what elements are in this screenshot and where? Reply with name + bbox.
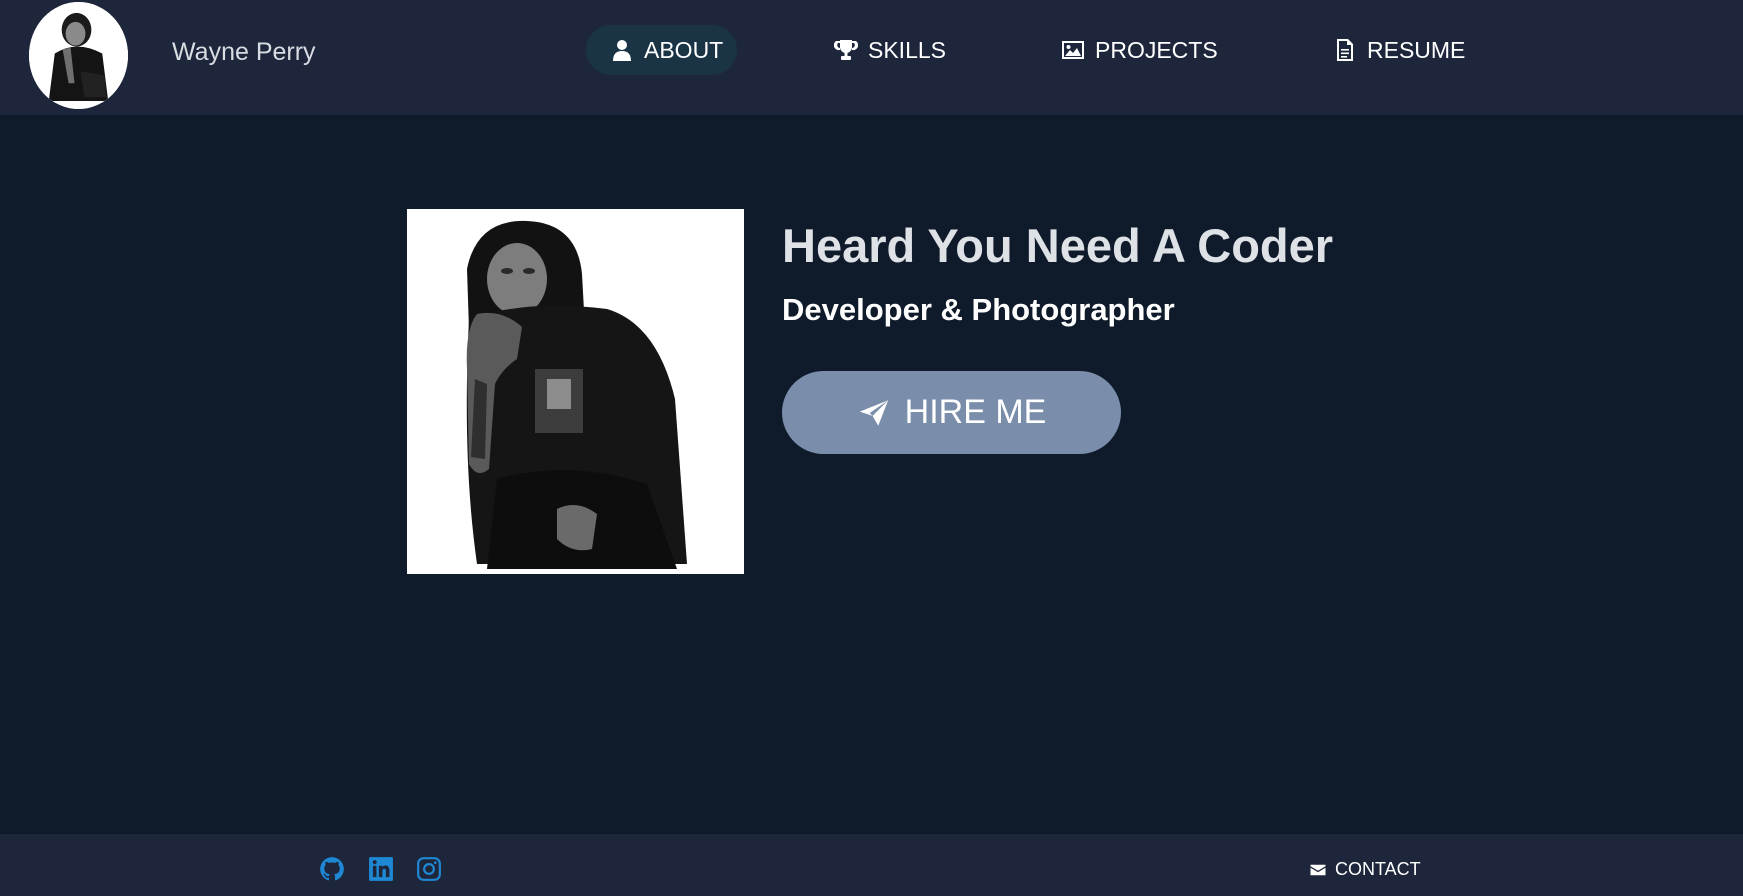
- linkedin-link[interactable]: [368, 856, 394, 882]
- hire-me-label: HIRE ME: [904, 393, 1047, 431]
- contact-label: CONTACT: [1335, 859, 1421, 879]
- paper-plane-icon: [857, 396, 891, 430]
- avatar-photo: [29, 2, 128, 109]
- nav-item-skills[interactable]: SKILLS: [834, 25, 946, 75]
- avatar[interactable]: [29, 2, 128, 109]
- portfolio-page: Wayne Perry ABOUT SKILLS PROJECTS RESUME…: [0, 0, 1743, 896]
- footer-bar: [0, 834, 1743, 896]
- linkedin-icon: [368, 856, 394, 882]
- nav-label-about: ABOUT: [644, 36, 724, 63]
- top-navbar: Wayne Perry ABOUT SKILLS PROJECTS RESUME: [0, 0, 1743, 115]
- document-icon: [1333, 38, 1357, 62]
- profile-photo: [407, 209, 744, 574]
- instagram-link[interactable]: [416, 856, 442, 882]
- nav-item-projects[interactable]: PROJECTS: [1061, 25, 1218, 75]
- brand-name[interactable]: Wayne Perry: [172, 38, 316, 67]
- trophy-icon: [834, 38, 858, 62]
- portrait-image: [407, 209, 744, 574]
- nav-label-skills: SKILLS: [868, 36, 946, 63]
- github-link[interactable]: [319, 856, 345, 882]
- hero-subtitle: Developer & Photographer: [782, 292, 1175, 327]
- user-icon: [610, 38, 634, 62]
- envelope-icon: [1309, 861, 1327, 879]
- hero-title: Heard You Need A Coder: [782, 219, 1334, 272]
- nav-item-about[interactable]: ABOUT: [586, 25, 737, 75]
- contact-link[interactable]: CONTACT: [1309, 859, 1421, 880]
- nav-label-projects: PROJECTS: [1095, 36, 1218, 63]
- nav-item-resume[interactable]: RESUME: [1333, 25, 1465, 75]
- github-icon: [319, 856, 345, 882]
- image-icon: [1061, 38, 1085, 62]
- instagram-icon: [416, 856, 442, 882]
- nav-label-resume: RESUME: [1367, 36, 1466, 63]
- hire-me-button[interactable]: HIRE ME: [782, 371, 1121, 454]
